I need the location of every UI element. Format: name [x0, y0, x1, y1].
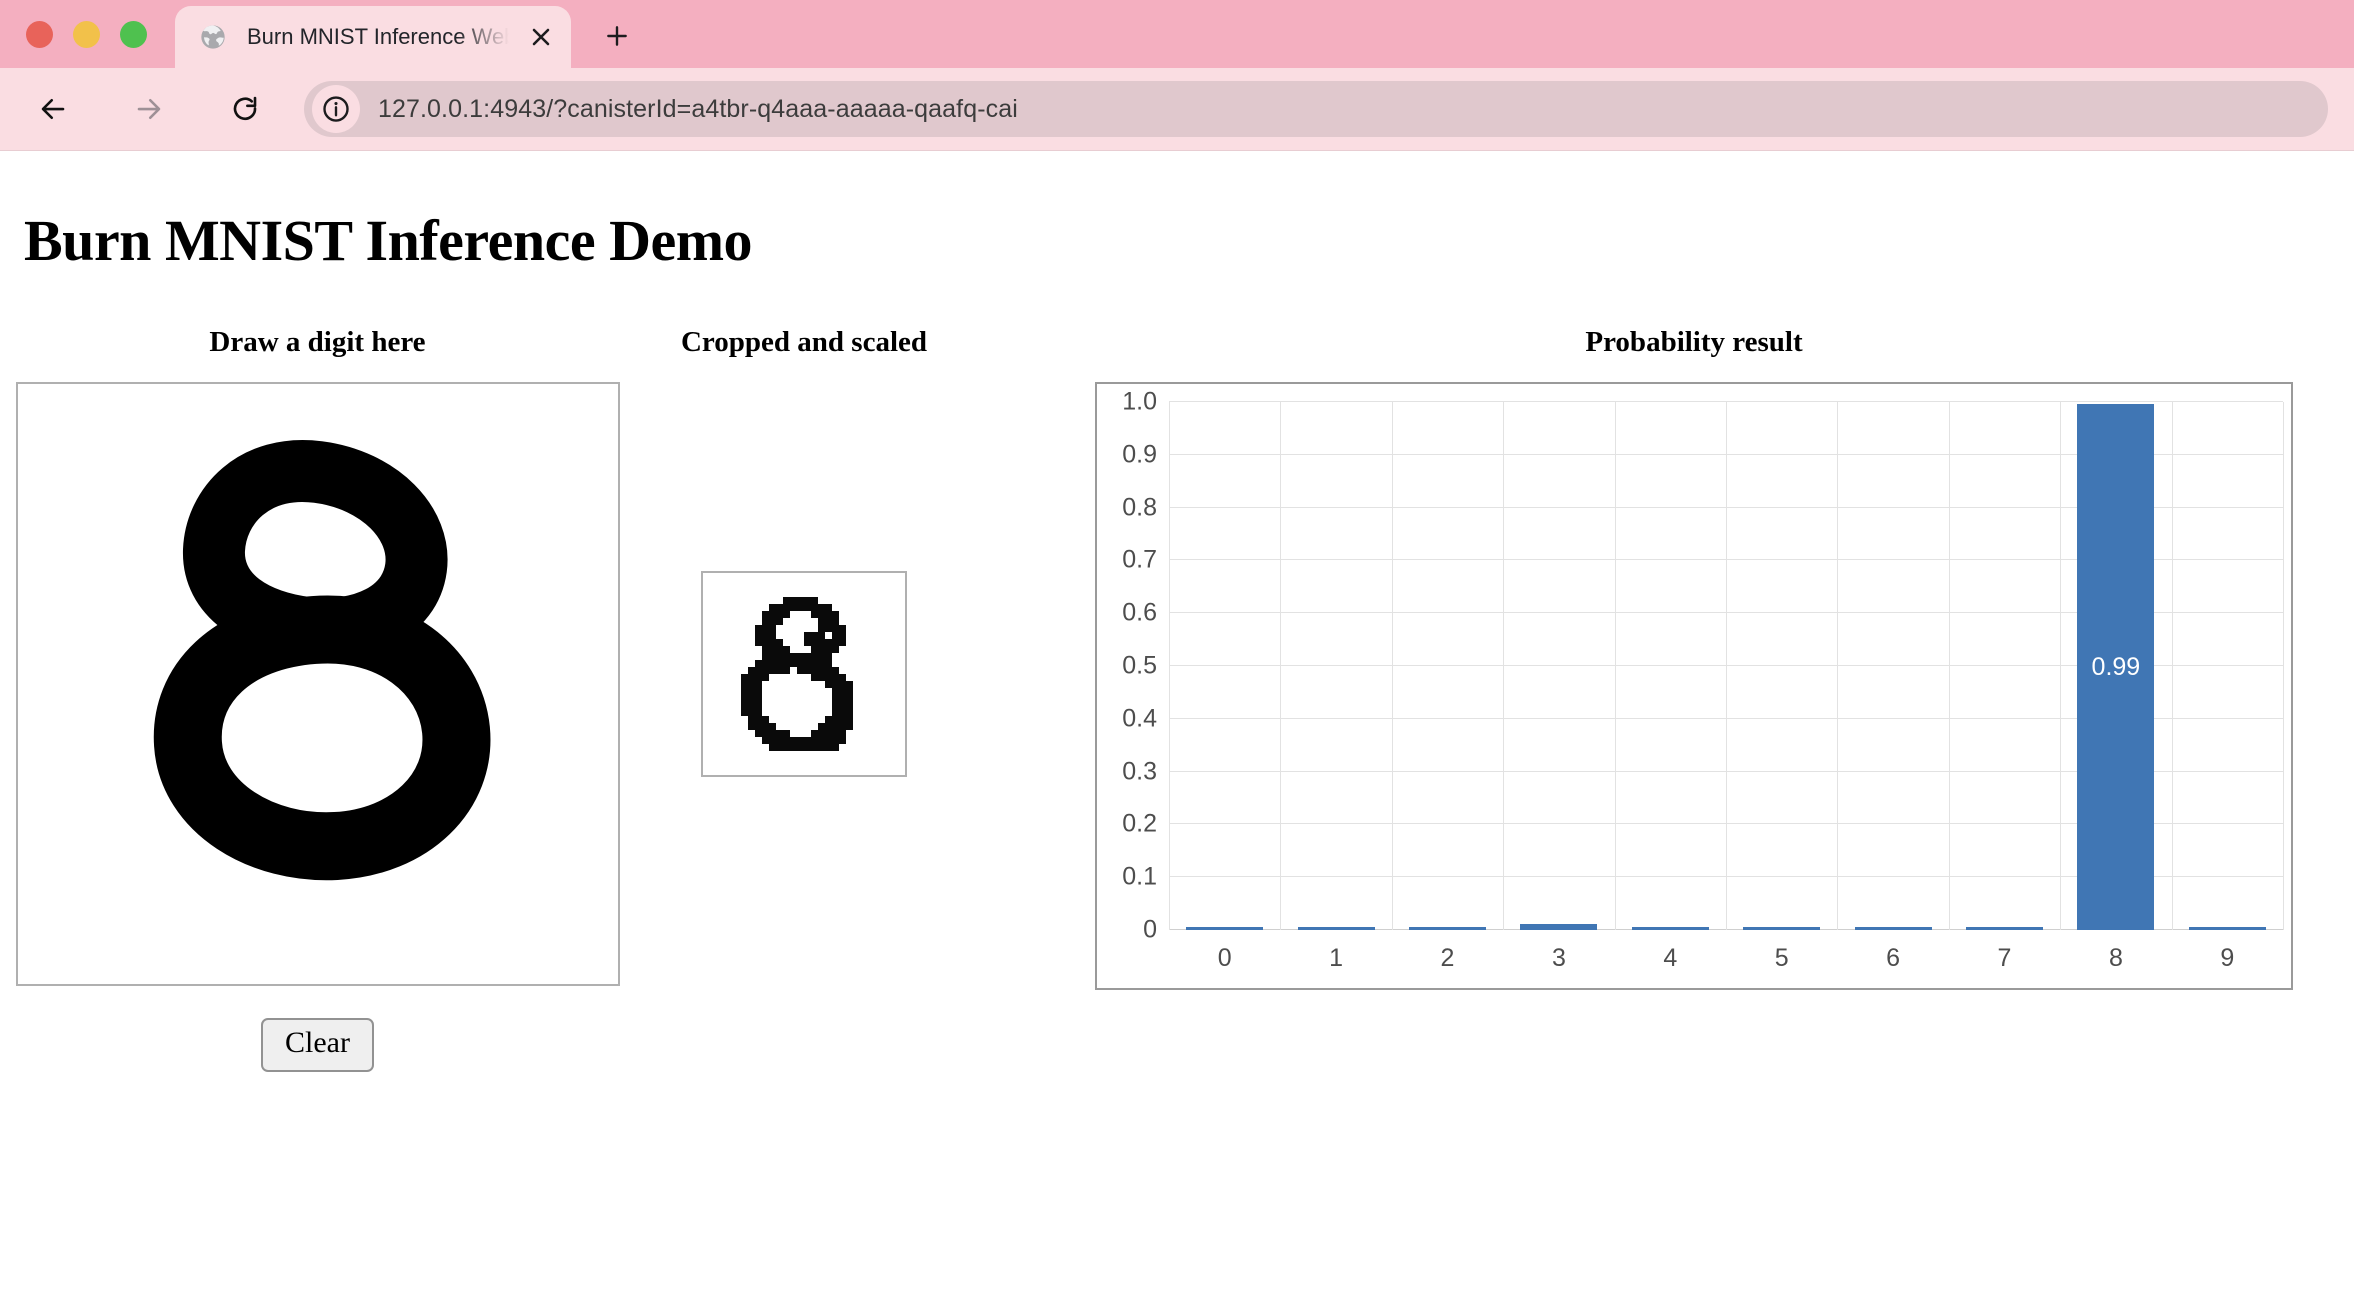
chart-gridline-v — [1503, 402, 1505, 930]
reload-icon[interactable] — [218, 82, 272, 136]
info-circle-icon[interactable] — [312, 85, 360, 133]
clear-button[interactable]: Clear — [261, 1018, 374, 1072]
page-title: Burn MNIST Inference Demo — [24, 208, 753, 273]
chart-gridline-v — [2060, 402, 2062, 930]
chart-bar — [1966, 927, 2043, 930]
chart-bar: 0.99 — [2077, 404, 2155, 930]
chart-x-tick-label: 0 — [1217, 944, 1232, 972]
chart-gridline-v — [1280, 402, 1282, 930]
chart-x-tick-label: 7 — [1997, 944, 2012, 972]
chart-x-tick-label: 1 — [1329, 944, 1344, 972]
navigation-toolbar: 127.0.0.1:4943/?canisterId=a4tbr-q4aaa-a… — [0, 68, 2354, 151]
chart-gridline-v — [1948, 402, 1950, 930]
chart-y-tick-label: 0 — [1143, 915, 1157, 944]
close-tab-icon[interactable] — [523, 19, 559, 55]
crop-panel-heading: Cropped and scaled — [680, 326, 928, 358]
chart-x-tick-label: 4 — [1663, 944, 1678, 972]
chart-x-tick-label: 9 — [2220, 944, 2235, 972]
crop-panel: Cropped and scaled — [649, 326, 959, 777]
drawing-canvas[interactable] — [15, 382, 620, 986]
url-text: 127.0.0.1:4943/?canisterId=a4tbr-q4aaa-a… — [378, 94, 1018, 123]
chart-x-axis: 0 1 2 3 4 5 6 7 8 9 — [1169, 944, 2283, 974]
chart-x-tick-label: 8 — [2108, 944, 2123, 972]
browser-tab[interactable]: Burn MNIST Inference Web De — [175, 6, 571, 68]
probability-chart: 0 0.1 0.2 0.3 0.4 0.5 0.6 0.7 0.8 0.9 1.0 0.99 0 1 2 3… — [1095, 382, 2293, 990]
chart-gridline-v — [1614, 402, 1616, 930]
chart-y-tick-label: 0.3 — [1122, 757, 1157, 786]
chart-gridline-v — [1391, 402, 1393, 930]
chart-x-tick-label: 3 — [1551, 944, 1566, 972]
tab-strip: Burn MNIST Inference Web De — [0, 0, 2354, 68]
browser-chrome: Burn MNIST Inference Web De — [0, 0, 2354, 151]
cropped-scaled-canvas — [701, 571, 907, 777]
forward-icon — [122, 82, 176, 136]
chart-panel: Probability result 0 0.1 0.2 0.3 0.4 0.5 0.6 0.… — [1095, 326, 2293, 990]
chart-panel-heading: Probability result — [1585, 326, 1803, 358]
chart-y-tick-label: 0.1 — [1122, 862, 1157, 891]
chart-y-tick-label: 0.2 — [1122, 809, 1157, 838]
chart-bar — [1631, 927, 1709, 930]
draw-panel: Draw a digit here Clear — [10, 326, 625, 1072]
address-bar[interactable]: 127.0.0.1:4943/?canisterId=a4tbr-q4aaa-a… — [304, 81, 2328, 137]
draw-panel-heading: Draw a digit here — [209, 326, 426, 358]
page-body: Burn MNIST Inference Demo Draw a digit h… — [0, 151, 2354, 1293]
window-traffic-lights — [26, 0, 147, 68]
cropped-digit-image — [706, 576, 902, 772]
chart-gridline-v — [1726, 402, 1727, 930]
new-tab-button[interactable] — [593, 12, 641, 60]
chart-bar-value-label: 0.99 — [2091, 652, 2141, 681]
chart-x-tick-label: 6 — [1886, 944, 1901, 972]
chart-x-tick-label: 2 — [1440, 944, 1455, 972]
chart-y-tick-label: 0.4 — [1122, 704, 1157, 733]
globe-icon — [199, 23, 227, 51]
chart-y-tick-label: 0.9 — [1122, 440, 1157, 469]
chart-bar — [1520, 924, 1598, 930]
chart-bar — [2188, 927, 2266, 930]
close-window-button[interactable] — [26, 20, 53, 48]
chart-bar — [1186, 927, 1264, 930]
chart-bar — [1297, 927, 1375, 930]
chart-y-tick-label: 0.6 — [1122, 598, 1157, 627]
minimize-window-button[interactable] — [73, 20, 100, 48]
chart-gridline-v — [1169, 402, 1170, 930]
panels-row: Draw a digit here Clear Cropped and scal… — [0, 326, 2354, 1072]
chart-y-tick-label: 0.8 — [1122, 493, 1157, 522]
chart-plot-area: 0 0.1 0.2 0.3 0.4 0.5 0.6 0.7 0.8 0.9 1.0 0.99 — [1122, 388, 2284, 944]
chart-gridline-v — [1837, 402, 1839, 930]
chart-y-tick-label: 0.5 — [1122, 651, 1157, 680]
chart-bar — [1854, 927, 1932, 930]
chart-y-tick-label: 0.7 — [1122, 545, 1157, 574]
maximize-window-button[interactable] — [120, 20, 147, 48]
chart-bar — [1409, 927, 1486, 930]
chart-gridline-v — [2171, 402, 2173, 930]
tab-title: Burn MNIST Inference Web De — [247, 24, 517, 49]
drawn-digit — [153, 440, 490, 881]
chart-x-tick-label: 5 — [1774, 944, 1789, 972]
back-icon[interactable] — [26, 82, 80, 136]
chart-y-tick-label: 1.0 — [1122, 387, 1157, 416]
chart-bar — [1743, 927, 1821, 930]
chart-gridline-v — [2283, 402, 2284, 930]
